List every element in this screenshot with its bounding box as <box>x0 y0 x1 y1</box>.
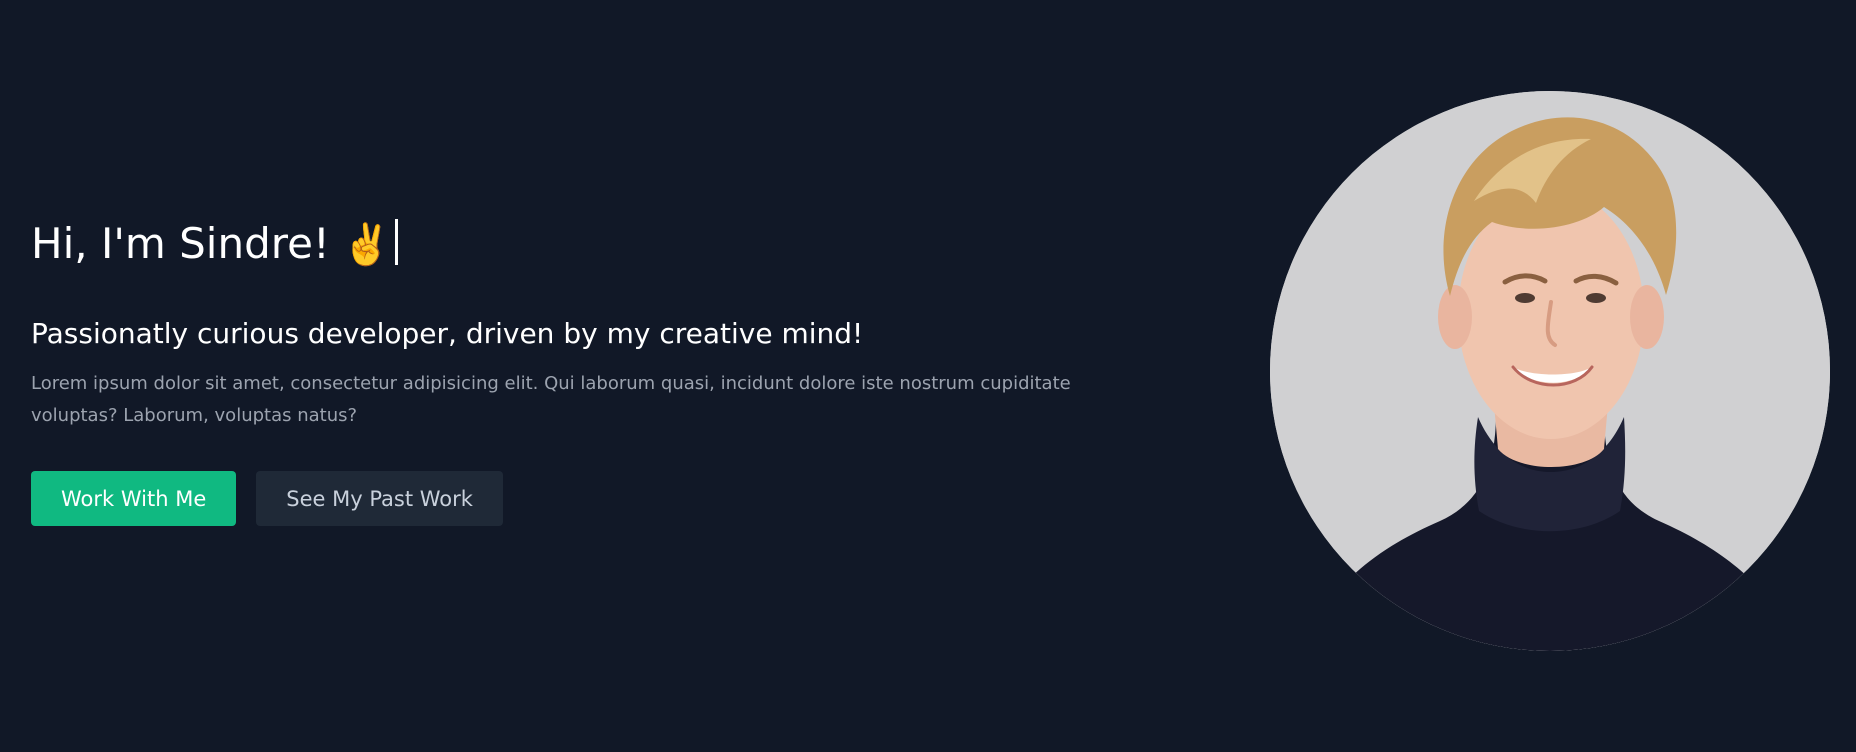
work-with-me-button[interactable]: Work With Me <box>31 471 237 526</box>
see-past-work-button[interactable]: See My Past Work <box>256 471 503 526</box>
victory-hand-icon: ✌️ <box>341 222 392 268</box>
typing-cursor <box>394 219 398 265</box>
profile-photo <box>1270 91 1830 651</box>
greeting-text: Hi, I'm Sindre! <box>31 219 330 268</box>
tagline: Passionatly curious developer, driven by… <box>31 317 864 350</box>
description-text: Lorem ipsum dolor sit amet, consectetur … <box>31 373 1071 426</box>
intro-panel: Hi, I'm Sindre! ✌️ Passionatly curious de… <box>31 210 1191 526</box>
hero-actions: Work With Me See My Past Work <box>31 471 503 526</box>
hero-section: Hi, I'm Sindre! ✌️ Passionatly curious de… <box>0 0 1856 752</box>
greeting-heading: Hi, I'm Sindre! ✌️ <box>31 210 1191 278</box>
